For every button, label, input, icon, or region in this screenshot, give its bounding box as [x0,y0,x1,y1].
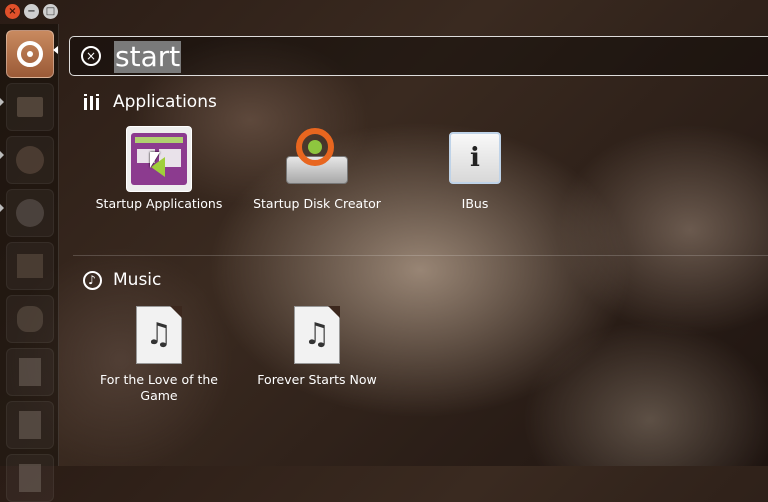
firefox-icon [16,146,44,174]
ibus-info-icon: i [449,132,501,184]
launcher-item-file-manager[interactable] [6,242,54,290]
category-music: ♪ Music [81,269,161,291]
launcher-item-chromium[interactable] [6,189,54,237]
launcher-item-document[interactable] [6,348,54,396]
app-label: IBus [461,196,489,211]
running-indicator [0,151,4,159]
app-label: Startup Disk Creator [253,196,381,211]
app-tile-ibus[interactable]: i IBus [400,128,550,212]
mouse-cursor [150,152,160,168]
presentation-icon [19,411,41,439]
active-indicator [53,46,58,54]
folder-icon [17,97,43,117]
dash-home-button[interactable] [6,30,54,78]
category-title: Music [113,270,162,290]
launcher [0,24,59,502]
app-tile-startup-disk-creator[interactable]: Startup Disk Creator [242,126,392,212]
search-input[interactable]: start [114,41,182,73]
running-indicator [0,204,4,212]
launcher-item-firefox[interactable] [6,136,54,184]
music-label: Forever Starts Now [257,372,377,387]
launcher-item-presentation[interactable] [6,401,54,449]
music-tile-for-the-love-of-the-game[interactable]: ♫ For the Love of the Game [84,306,234,404]
maximize-window-button[interactable]: □ [43,4,58,19]
spreadsheet-icon [19,464,41,492]
file-manager-icon [17,254,43,278]
startup-disk-creator-icon [282,126,352,186]
minimize-window-button[interactable]: − [24,4,39,19]
window-controls: × − □ [5,4,58,19]
category-divider [73,255,768,256]
music-label: For the Love of the Game [100,372,218,403]
launcher-item-spreadsheet[interactable] [6,454,54,502]
dash-search-bar[interactable]: × start [69,36,768,76]
applications-icon [81,91,103,113]
launcher-item-files[interactable] [6,83,54,131]
chromium-icon [16,199,44,227]
category-title: Applications [113,92,217,112]
app-label: Startup Applications [95,196,223,211]
audio-file-icon: ♫ [294,306,340,364]
running-indicator [0,98,4,106]
document-icon [19,358,41,386]
audio-file-icon: ♫ [136,306,182,364]
pidgin-icon [17,306,43,332]
launcher-item-pidgin[interactable] [6,295,54,343]
ubuntu-logo-icon [17,41,43,67]
clear-search-icon[interactable]: × [81,46,101,66]
category-applications: Applications [81,91,217,113]
app-tile-startup-applications[interactable]: Startup Applications [84,126,234,212]
music-category-icon: ♪ [81,269,103,291]
music-tile-forever-starts-now[interactable]: ♫ Forever Starts Now [242,306,392,388]
close-window-button[interactable]: × [5,4,20,19]
